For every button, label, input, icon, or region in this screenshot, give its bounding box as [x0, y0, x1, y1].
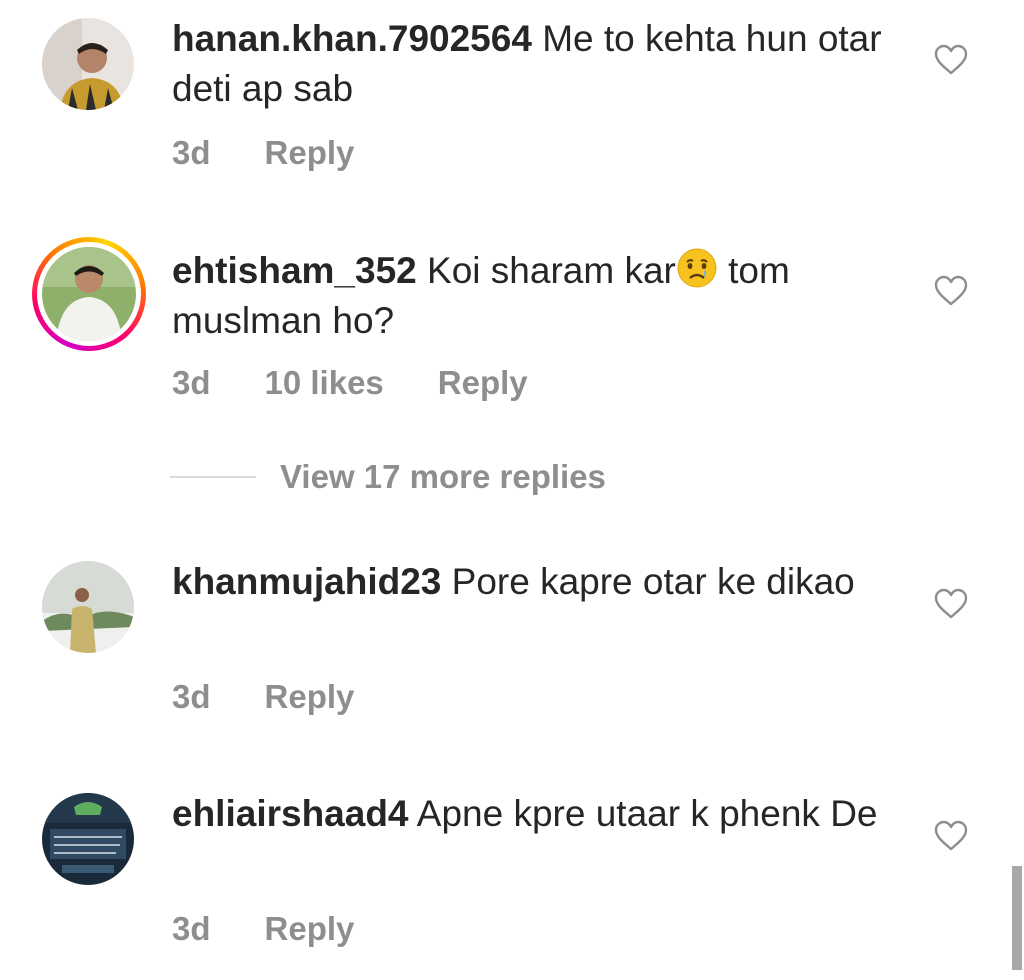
- comment-body: Apne kpre utaar k phenk De: [416, 793, 878, 834]
- comment-username[interactable]: ehliairshaad4: [172, 793, 409, 834]
- view-more-replies[interactable]: View 17 more replies: [170, 458, 606, 496]
- comment-meta: 3d 10 likes Reply: [172, 364, 582, 402]
- avatar[interactable]: [42, 793, 134, 885]
- likes-count[interactable]: 10 likes: [265, 364, 384, 402]
- scrollbar[interactable]: [1012, 866, 1022, 970]
- comment-username[interactable]: ehtisham_352: [172, 250, 417, 291]
- comment-timestamp: 3d: [172, 364, 211, 401]
- comment-body: Pore kapre otar ke dikao: [451, 561, 855, 602]
- comment-meta: 3d Reply: [172, 678, 408, 716]
- avatar[interactable]: [42, 247, 136, 341]
- comment-body-start: Koi sharam kar: [427, 250, 676, 291]
- avatar[interactable]: [42, 18, 134, 110]
- comment-timestamp: 3d: [172, 678, 211, 715]
- avatar[interactable]: [42, 561, 134, 653]
- reply-button[interactable]: Reply: [438, 364, 528, 402]
- comment-text: ehtisham_352 Koi sharam kar tom muslman …: [172, 246, 902, 346]
- comment-timestamp: 3d: [172, 134, 211, 171]
- comment-text: ehliairshaad4 Apne kpre utaar k phenk De: [172, 789, 902, 839]
- comment-meta: 3d Reply: [172, 134, 408, 172]
- divider-line: [170, 476, 256, 478]
- heart-outline-icon[interactable]: [934, 588, 968, 620]
- comment-timestamp: 3d: [172, 910, 211, 947]
- story-ring[interactable]: [32, 237, 146, 351]
- comment-username[interactable]: hanan.khan.7902564: [172, 18, 532, 59]
- comment-username[interactable]: khanmujahid23: [172, 561, 441, 602]
- comment-meta: 3d Reply: [172, 910, 408, 948]
- comment-text: hanan.khan.7902564 Me to kehta hun otar …: [172, 14, 902, 114]
- reply-button[interactable]: Reply: [265, 134, 355, 172]
- view-more-replies-label[interactable]: View 17 more replies: [280, 458, 606, 496]
- crying-face-icon: [677, 248, 717, 288]
- heart-outline-icon[interactable]: [934, 275, 968, 307]
- heart-outline-icon[interactable]: [934, 820, 968, 852]
- comment-text: khanmujahid23 Pore kapre otar ke dikao: [172, 557, 902, 607]
- heart-outline-icon[interactable]: [934, 44, 968, 76]
- reply-button[interactable]: Reply: [265, 910, 355, 948]
- reply-button[interactable]: Reply: [265, 678, 355, 716]
